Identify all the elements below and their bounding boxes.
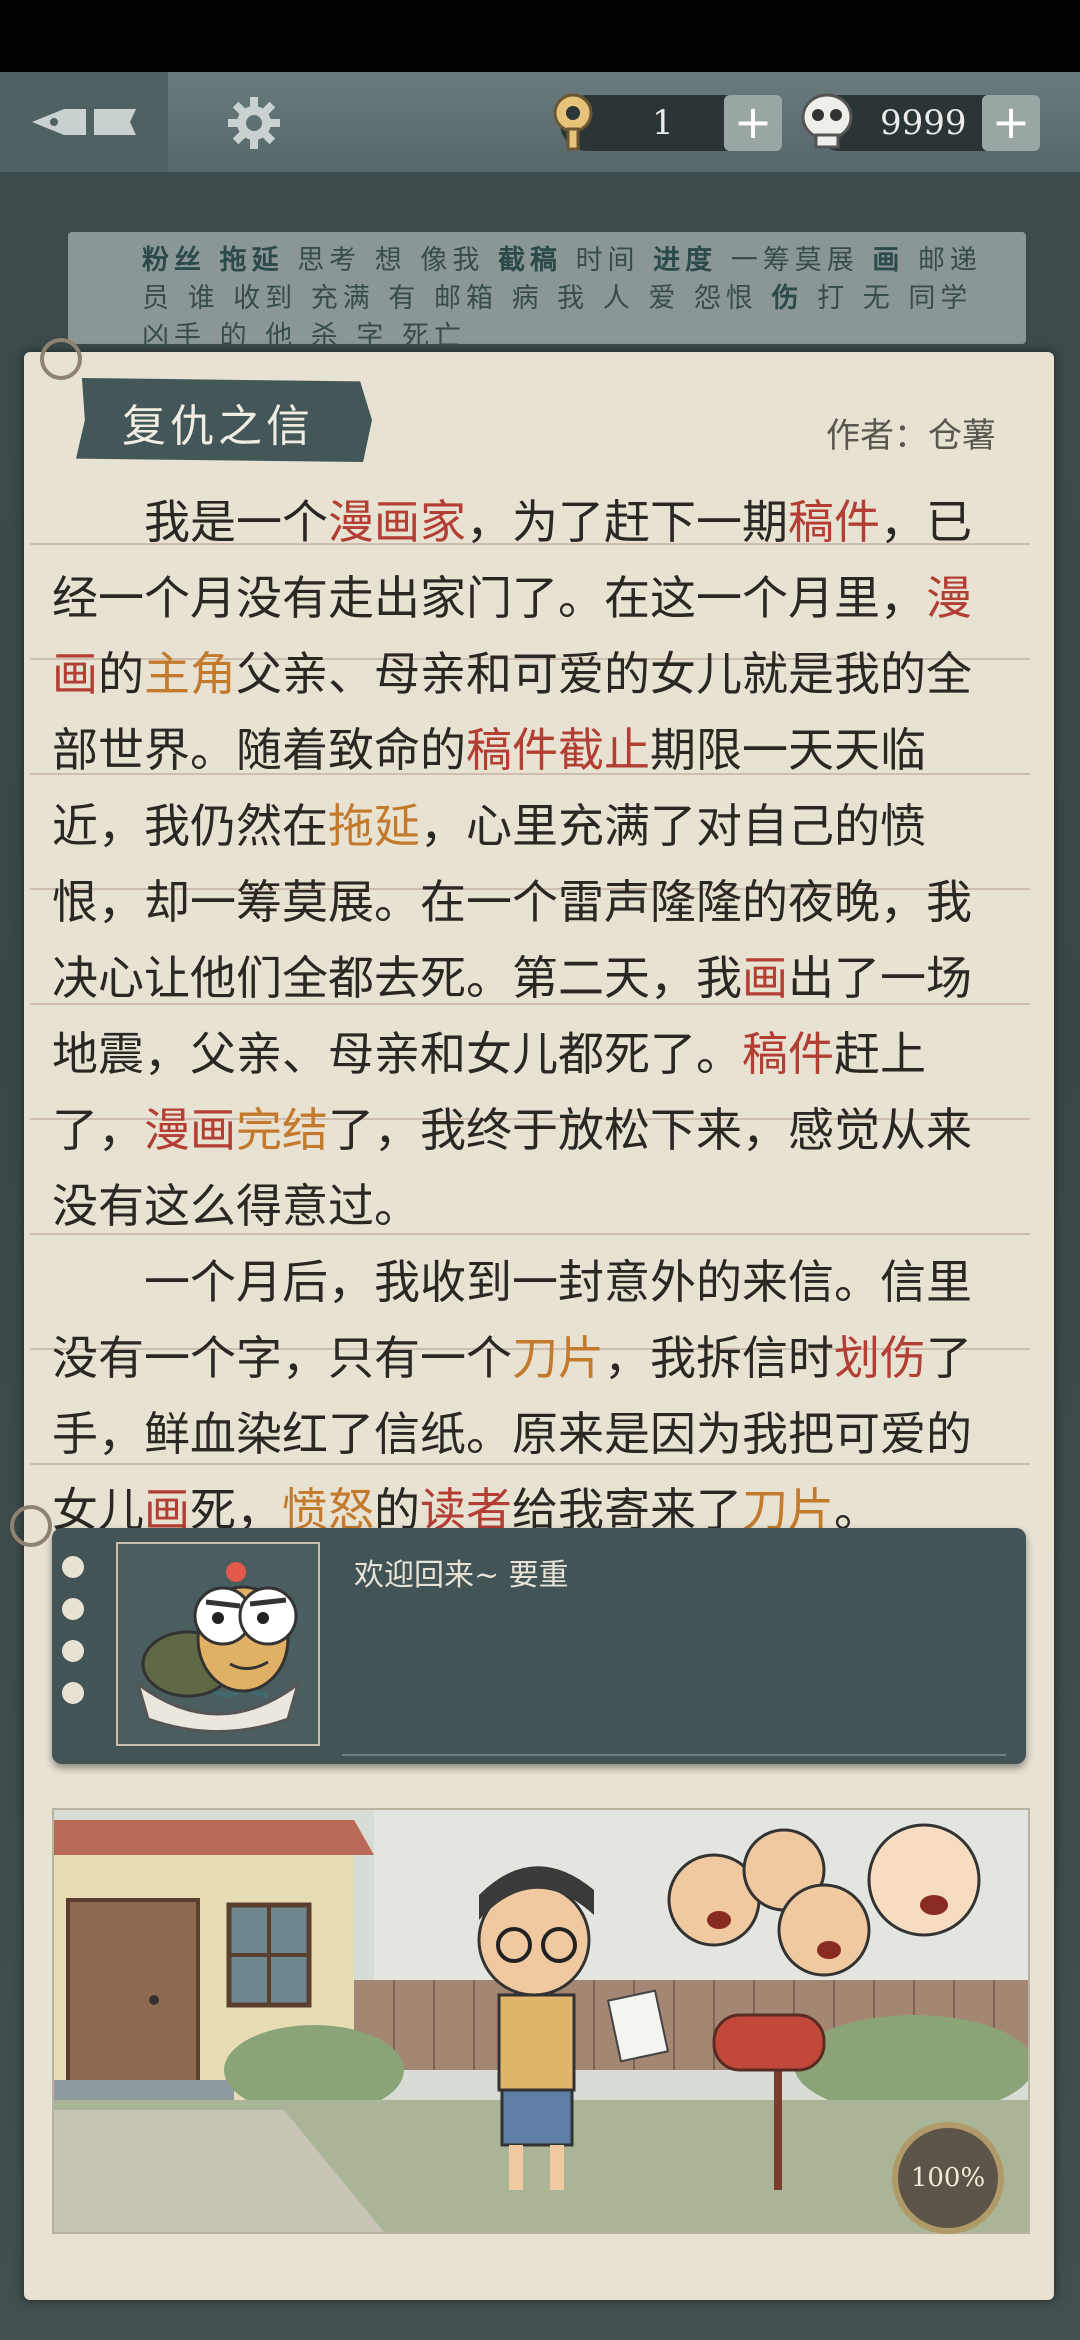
add-keys-button[interactable]: + [724,95,782,151]
highlighted-word: 稿件截止 [466,723,650,777]
keyword: 收到 [233,283,298,314]
keyword: 谁 [187,283,220,314]
dialog-divider [342,1754,1006,1756]
highlighted-word: 稿件 [788,495,880,549]
keyword: 人 [602,283,635,314]
highlighted-word: 划伤 [834,1331,926,1385]
keyword: 爱 [648,283,681,314]
pen-menu-button[interactable] [0,72,168,172]
keyword: 充满 [310,283,375,314]
paper-ring [10,1505,52,1547]
highlighted-word: 完结 [236,1103,328,1157]
keyword-strip: 粉丝 拖延 思考 想 像我 截稿 时间 进度 一筹莫展 画 邮递员 谁 收到 充… [68,232,1026,352]
keyword: 有 [388,283,421,314]
key-icon [553,93,593,151]
keyword: 邮箱 [433,283,498,314]
keyword: 死亡 [401,321,466,352]
keyword: 时间 [575,245,640,276]
keyword: 凶手 [142,321,206,352]
keyword: 想 [374,245,407,276]
highlighted-word: 画 [742,951,788,1005]
paper-ring [40,338,82,380]
keyword: 打 [817,283,850,314]
keyword: 我 [557,283,590,314]
comic-scene [52,1808,1030,2234]
keyword: 病 [511,283,544,314]
gear-icon [228,97,280,149]
highlighted-word: 漫画 [144,1103,236,1157]
status-bar [0,0,1080,72]
keyword: 杀 [310,321,343,352]
progress-badge[interactable]: 100% [892,2122,1004,2234]
turtle-portrait [116,1542,320,1746]
highlighted-word: 漫画家 [328,495,466,549]
dialog-holes [62,1556,102,1724]
keyword: 怨恨 [693,283,758,314]
keyword: 无 [862,283,895,314]
story-paragraph-2: 一个月后，我收到一封意外的来信。信里没有一个字，只有一个刀片，我拆信时划伤了手，… [52,1244,1012,1548]
coin-currency: 9999 + [801,93,1040,151]
story-fragment: ，我拆信时 [604,1331,834,1385]
coin-count: 9999 [880,103,967,143]
story-title: 复仇之信 [122,401,314,452]
highlighted-word: 拖延 [328,799,420,853]
skull-coin-icon [801,93,853,149]
keyword: 同学 [908,283,973,314]
keyword: 思考 [297,245,362,276]
story-fragment: 的 [98,647,144,701]
keyword: 拖延 [219,245,284,276]
keyword: 字 [356,321,389,352]
key-count: 1 [652,103,674,143]
story-fragment: ，为了赶下一期 [466,495,788,549]
add-coins-button[interactable]: + [982,95,1040,151]
dialog-text: 欢迎回来~ 要重 [354,1558,569,1593]
keyword: 的 [219,321,252,352]
keyword: 一筹莫展 [730,245,859,276]
story-fragment: 我是一个 [144,495,328,549]
keyword: 画 [872,245,905,276]
keyword: 粉丝 [142,245,206,276]
story-text: 我是一个漫画家，为了赶下一期稿件，已经一个月没有走出家门了。在这一个月里，漫画的… [52,484,1012,1548]
keyword: 进度 [653,245,718,276]
highlighted-word: 主角 [144,647,236,701]
dialog-box[interactable]: 欢迎回来~ 要重 [52,1528,1026,1764]
highlighted-word: 刀片 [512,1331,604,1385]
highlighted-word: 稿件 [742,1027,834,1081]
keyword: 伤 [771,283,804,314]
settings-button[interactable] [210,88,298,158]
keyword: 截稿 [497,245,562,276]
keyword-list: 粉丝 拖延 思考 想 像我 截稿 时间 进度 一筹莫展 画 邮递员 谁 收到 充… [142,242,1006,356]
turtle-character-icon [135,1562,301,1733]
story-paragraph-1: 我是一个漫画家，为了赶下一期稿件，已经一个月没有走出家门了。在这一个月里，漫画的… [52,484,1012,1244]
key-currency: 1 + [553,93,782,151]
keyword: 他 [265,321,298,352]
keyword: 像我 [420,245,485,276]
story-author: 作者：仓薯 [826,416,996,456]
comic-illustration [54,1810,1028,2232]
pen-icon [32,109,136,135]
